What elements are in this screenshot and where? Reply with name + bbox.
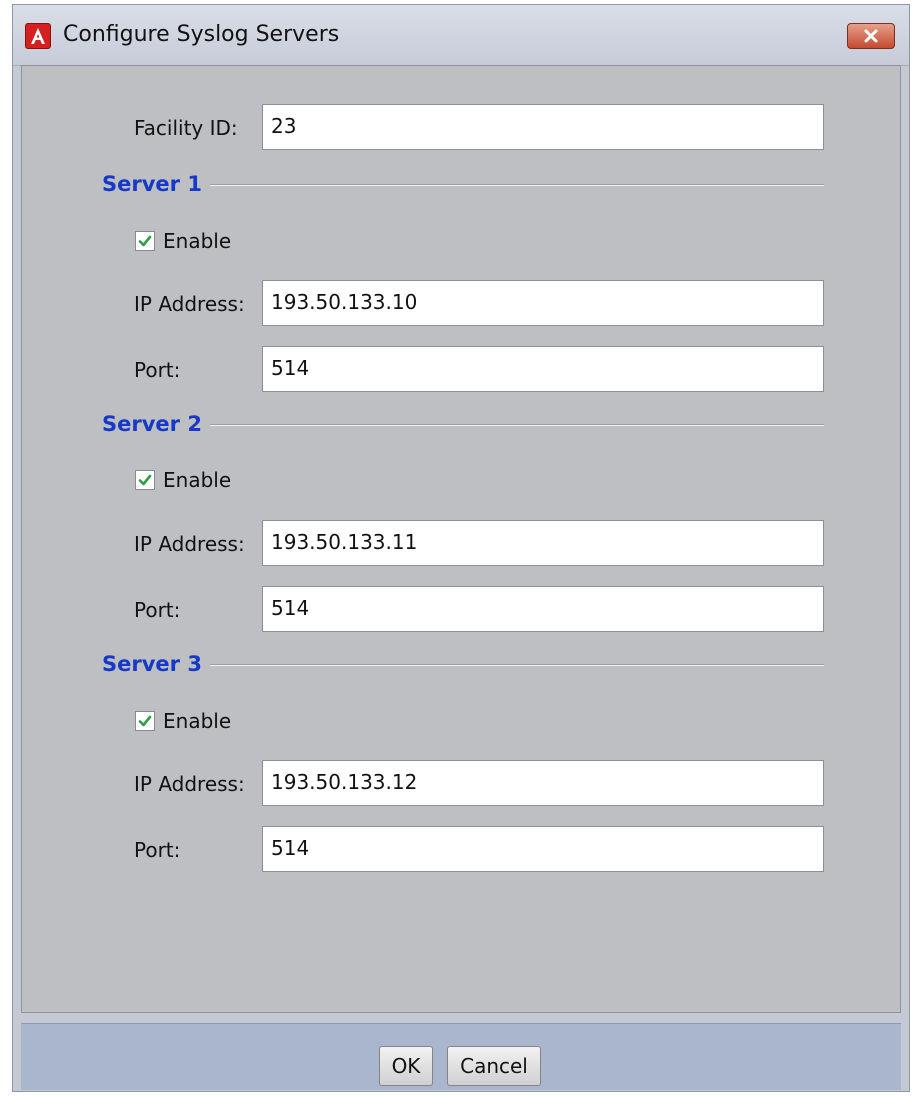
server-1-ip-input[interactable]: 193.50.133.10 [262, 280, 824, 326]
server-1-divider [210, 184, 824, 186]
window-title: Configure Syslog Servers [63, 22, 340, 47]
server-3-divider [210, 664, 824, 666]
server-1-enable-row[interactable]: Enable [135, 229, 231, 253]
ok-button[interactable]: OK [379, 1046, 433, 1086]
server-1-enable-checkbox[interactable] [135, 231, 155, 251]
server-2-port-input[interactable]: 514 [262, 586, 824, 632]
server-1-heading: Server 1 [102, 172, 202, 196]
facility-id-label: Facility ID: [134, 116, 238, 140]
check-icon [138, 235, 152, 247]
server-2-divider [210, 424, 824, 426]
server-2-enable-checkbox[interactable] [135, 470, 155, 490]
server-1-port-label: Port: [134, 358, 181, 382]
server-3-heading: Server 3 [102, 652, 202, 676]
check-icon [138, 474, 152, 486]
server-1-enable-label: Enable [163, 229, 232, 253]
server-3-port-label: Port: [134, 838, 181, 862]
server-3-ip-label: IP Address: [134, 772, 245, 796]
server-2-ip-label: IP Address: [134, 532, 245, 556]
cancel-button[interactable]: Cancel [447, 1046, 541, 1086]
app-logo-icon [25, 23, 51, 49]
dialog-content: Facility ID: 23 Server 1 Enable IP Addre… [21, 65, 901, 1013]
server-1-ip-label: IP Address: [134, 292, 245, 316]
close-button[interactable] [847, 23, 895, 49]
title-bar[interactable]: Configure Syslog Servers [13, 5, 909, 66]
configure-syslog-dialog: Configure Syslog Servers Facility ID: 23… [12, 4, 910, 1092]
server-1-port-input[interactable]: 514 [262, 346, 824, 392]
server-3-ip-input[interactable]: 193.50.133.12 [262, 760, 824, 806]
server-3-port-input[interactable]: 514 [262, 826, 824, 872]
server-2-ip-input[interactable]: 193.50.133.11 [262, 520, 824, 566]
server-3-enable-label: Enable [163, 709, 232, 733]
server-3-enable-checkbox[interactable] [135, 711, 155, 731]
check-icon [138, 715, 152, 727]
server-2-port-label: Port: [134, 598, 181, 622]
server-2-enable-label: Enable [163, 468, 232, 492]
facility-id-input[interactable]: 23 [262, 104, 824, 150]
server-2-heading: Server 2 [102, 412, 202, 436]
server-3-enable-row[interactable]: Enable [135, 709, 231, 733]
dialog-footer: OK Cancel [21, 1023, 901, 1090]
server-2-enable-row[interactable]: Enable [135, 468, 231, 492]
close-icon [864, 29, 878, 43]
